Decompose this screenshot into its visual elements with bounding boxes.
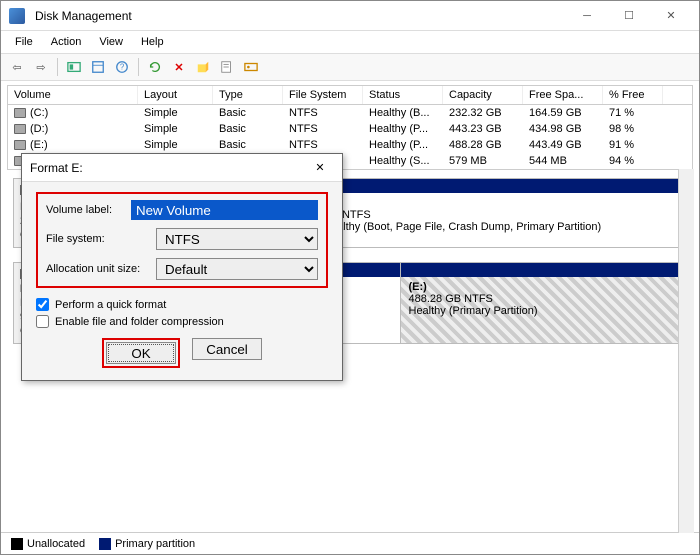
col-volume[interactable]: Volume: [8, 86, 138, 104]
col-status[interactable]: Status: [363, 86, 443, 104]
format-dialog: Format E: ✕ Volume label: File system: N…: [21, 153, 343, 381]
compression-checkbox[interactable]: [36, 315, 49, 328]
legend-swatch: [99, 538, 111, 550]
col-type[interactable]: Type: [213, 86, 283, 104]
maximize-button[interactable]: ☐: [609, 3, 649, 29]
col-layout[interactable]: Layout: [138, 86, 213, 104]
main-window: Disk Management ─ ☐ ✕ File Action View H…: [0, 0, 700, 555]
legend-unallocated: Unallocated: [27, 538, 85, 550]
scrollbar[interactable]: [678, 169, 694, 533]
menu-help[interactable]: Help: [133, 34, 172, 50]
window-title: Disk Management: [31, 9, 567, 23]
tool-icon[interactable]: [193, 57, 213, 77]
col-free[interactable]: Free Spa...: [523, 86, 603, 104]
dialog-title: Format E:: [30, 161, 306, 175]
col-fs[interactable]: File System: [283, 86, 363, 104]
tool-icon[interactable]: [88, 57, 108, 77]
partition[interactable]: (E:)488.28 GB NTFSHealthy (Primary Parti…: [400, 263, 687, 343]
filesystem-label: File system:: [46, 233, 156, 245]
partition[interactable]: GB NTFSHealthy (Boot, Page File, Crash D…: [314, 179, 686, 247]
allocation-label: Allocation unit size:: [46, 263, 156, 275]
menubar: File Action View Help: [1, 31, 699, 53]
volume-row[interactable]: (C:)SimpleBasicNTFSHealthy (B...232.32 G…: [8, 105, 692, 121]
volume-header: Volume Layout Type File System Status Ca…: [8, 86, 692, 105]
dialog-close-button[interactable]: ✕: [306, 156, 334, 180]
svg-text:?: ?: [120, 63, 125, 72]
quick-format-label: Perform a quick format: [55, 299, 166, 311]
close-button[interactable]: ✕: [651, 3, 691, 29]
delete-icon[interactable]: ✕: [169, 57, 189, 77]
legend-swatch: [11, 538, 23, 550]
tool-icon[interactable]: [64, 57, 84, 77]
cancel-button[interactable]: Cancel: [192, 338, 262, 360]
col-capacity[interactable]: Capacity: [443, 86, 523, 104]
refresh-icon[interactable]: [145, 57, 165, 77]
menu-action[interactable]: Action: [43, 34, 90, 50]
app-icon: [9, 8, 25, 24]
tool-icon[interactable]: [241, 57, 261, 77]
volume-label-input[interactable]: [131, 200, 318, 220]
menu-view[interactable]: View: [91, 34, 131, 50]
volume-row[interactable]: (E:)SimpleBasicNTFSHealthy (P...488.28 G…: [8, 137, 692, 153]
volume-row[interactable]: (D:)SimpleBasicNTFSHealthy (P...443.23 G…: [8, 121, 692, 137]
back-button[interactable]: ⇦: [7, 57, 27, 77]
forward-button[interactable]: ⇨: [31, 57, 51, 77]
format-options-group: Volume label: File system: NTFS Allocati…: [36, 192, 328, 288]
properties-icon[interactable]: [217, 57, 237, 77]
col-pct[interactable]: % Free: [603, 86, 663, 104]
legend: Unallocated Primary partition: [1, 532, 699, 554]
menu-file[interactable]: File: [7, 34, 41, 50]
quick-format-checkbox[interactable]: [36, 298, 49, 311]
minimize-button[interactable]: ─: [567, 3, 607, 29]
compression-label: Enable file and folder compression: [55, 316, 224, 328]
titlebar: Disk Management ─ ☐ ✕: [1, 1, 699, 31]
allocation-select[interactable]: Default: [156, 258, 318, 280]
legend-primary: Primary partition: [115, 538, 195, 550]
toolbar: ⇦ ⇨ ? ✕: [1, 53, 699, 81]
ok-button[interactable]: OK: [106, 342, 176, 364]
help-icon[interactable]: ?: [112, 57, 132, 77]
filesystem-select[interactable]: NTFS: [156, 228, 318, 250]
volume-label-label: Volume label:: [46, 204, 131, 216]
